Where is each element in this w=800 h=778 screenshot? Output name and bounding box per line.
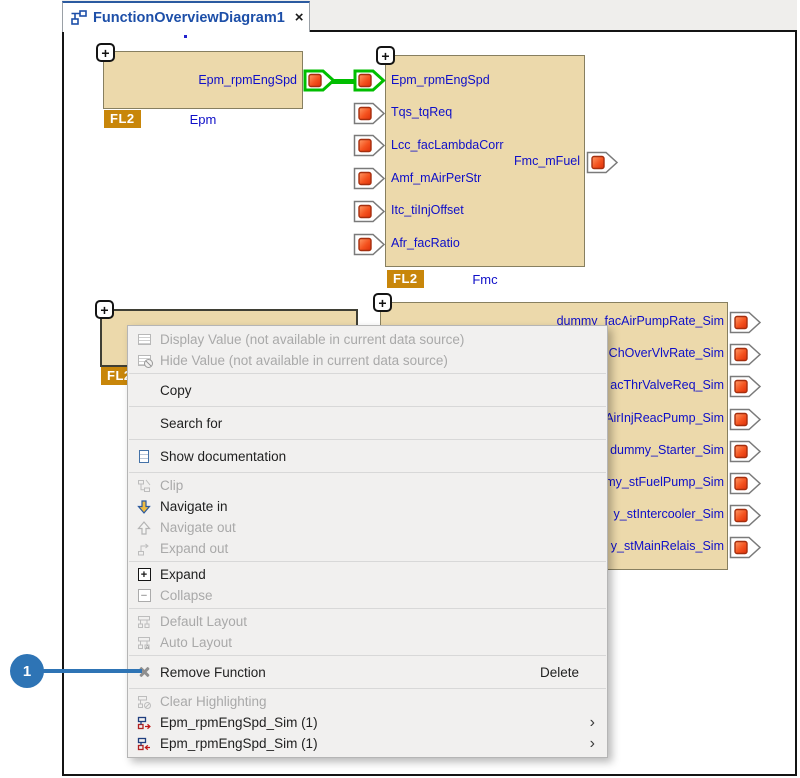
tab-close-icon[interactable]: × — [295, 9, 304, 26]
menu-item-search-for[interactable]: Search for — [128, 409, 607, 437]
expand-button-epm[interactable]: + — [96, 43, 115, 62]
port-fmc-in[interactable] — [353, 200, 386, 223]
port-label: Amf_mAirPerStr — [391, 171, 481, 185]
navigate-out-icon — [128, 521, 160, 535]
highlight-sources-icon — [128, 716, 160, 730]
block-name-fmc: Fmc — [385, 272, 585, 287]
tab-title: FunctionOverviewDiagram1 — [93, 10, 285, 26]
port-label: Afr_facRatio — [391, 236, 460, 250]
document-icon — [139, 450, 149, 463]
port-fmc-in[interactable] — [353, 233, 386, 256]
port-sim-out[interactable] — [729, 311, 762, 334]
port-sim-out[interactable] — [729, 343, 762, 366]
port-label: y_stMainRelais_Sim — [611, 539, 724, 553]
clear-highlighting-icon — [128, 695, 160, 709]
menu-item-remove-function[interactable]: Remove Function Delete — [128, 658, 607, 686]
menu-separator — [129, 439, 606, 440]
menu-item-highlight-targets[interactable]: Epm_rpmEngSpd_Sim (1) › — [128, 733, 607, 754]
port-label: Epm_rpmEngSpd — [198, 73, 297, 87]
menu-item-navigate-in[interactable]: Navigate in — [128, 496, 607, 517]
menu-item-clear-highlighting: Clear Highlighting — [128, 691, 607, 712]
port-label: Epm_rpmEngSpd — [391, 73, 490, 87]
port-label: acThrValveReq_Sim — [610, 378, 724, 392]
clip-icon — [128, 479, 160, 493]
auto-layout-icon: A — [128, 636, 160, 650]
display-value-icon — [138, 334, 151, 345]
menu-item-hide-value: Hide Value (not available in current dat… — [128, 350, 607, 371]
port-label: dummy_Starter_Sim — [610, 443, 724, 457]
connection-epm-fmc[interactable] — [332, 79, 355, 84]
menu-separator — [129, 688, 606, 689]
port-label: ChOverVlvRate_Sim — [609, 346, 724, 360]
port-label: Fmc_mFuel — [514, 154, 580, 168]
port-label: Lcc_facLambdaCorr — [391, 138, 504, 152]
menu-item-show-documentation[interactable]: Show documentation — [128, 442, 607, 470]
expand-out-icon — [128, 542, 160, 556]
port-label: y_stIntercooler_Sim — [614, 507, 724, 521]
port-fmc-out[interactable] — [586, 151, 619, 174]
menu-separator — [129, 608, 606, 609]
port-fmc-in-highlighted[interactable] — [353, 69, 386, 92]
menu-separator — [129, 561, 606, 562]
port-sim-out[interactable] — [729, 408, 762, 431]
port-sim-out[interactable] — [729, 536, 762, 559]
port-sim-out[interactable] — [729, 504, 762, 527]
port-sim-out[interactable] — [729, 440, 762, 463]
submenu-chevron-icon: › — [590, 736, 595, 752]
expand-icon: + — [138, 568, 151, 581]
collapse-icon: − — [138, 589, 151, 602]
port-sim-out[interactable] — [729, 375, 762, 398]
block-name-epm: Epm — [103, 112, 303, 127]
tab-function-overview-diagram[interactable]: FunctionOverviewDiagram1 × — [62, 1, 310, 32]
menu-separator — [129, 406, 606, 407]
menu-item-expand-out: Expand out — [128, 538, 607, 559]
menu-item-expand[interactable]: + Expand — [128, 564, 607, 585]
callout-step-badge: 1 — [10, 654, 44, 688]
menu-shortcut-delete: Delete — [540, 665, 579, 680]
diagram-tab-icon — [71, 10, 87, 25]
menu-item-display-value: Display Value (not available in current … — [128, 329, 607, 350]
port-fmc-in[interactable] — [353, 167, 386, 190]
menu-item-collapse: − Collapse — [128, 585, 607, 606]
port-label: Tqs_tqReq — [391, 105, 452, 119]
port-fmc-in[interactable] — [353, 134, 386, 157]
svg-text:A: A — [145, 644, 150, 650]
stray-selection-dot — [184, 35, 187, 38]
menu-item-navigate-out: Navigate out — [128, 517, 607, 538]
submenu-chevron-icon: › — [590, 715, 595, 731]
menu-separator — [129, 472, 606, 473]
menu-item-highlight-sources[interactable]: Epm_rpmEngSpd_Sim (1) › — [128, 712, 607, 733]
callout-line — [43, 669, 142, 673]
default-layout-icon — [128, 615, 160, 629]
port-sim-out[interactable] — [729, 472, 762, 495]
navigate-in-icon — [128, 500, 160, 514]
port-label: Itc_tiInjOffset — [391, 203, 464, 217]
menu-item-auto-layout: A Auto Layout — [128, 632, 607, 653]
expand-button-sim-block[interactable]: + — [373, 293, 392, 312]
expand-button-fmc[interactable]: + — [376, 46, 395, 65]
hide-value-icon — [138, 355, 151, 366]
highlight-targets-icon — [128, 737, 160, 751]
menu-separator — [129, 655, 606, 656]
port-fmc-in[interactable] — [353, 102, 386, 125]
menu-separator — [129, 373, 606, 374]
port-label: my_stFuelPump_Sim — [605, 475, 724, 489]
menu-item-default-layout: Default Layout — [128, 611, 607, 632]
port-label: AirInjReacPump_Sim — [605, 411, 724, 425]
menu-item-clip: Clip — [128, 475, 607, 496]
context-menu: Display Value (not available in current … — [127, 325, 608, 758]
expand-button-selected-block[interactable]: + — [95, 300, 114, 319]
menu-item-copy[interactable]: Copy — [128, 376, 607, 404]
